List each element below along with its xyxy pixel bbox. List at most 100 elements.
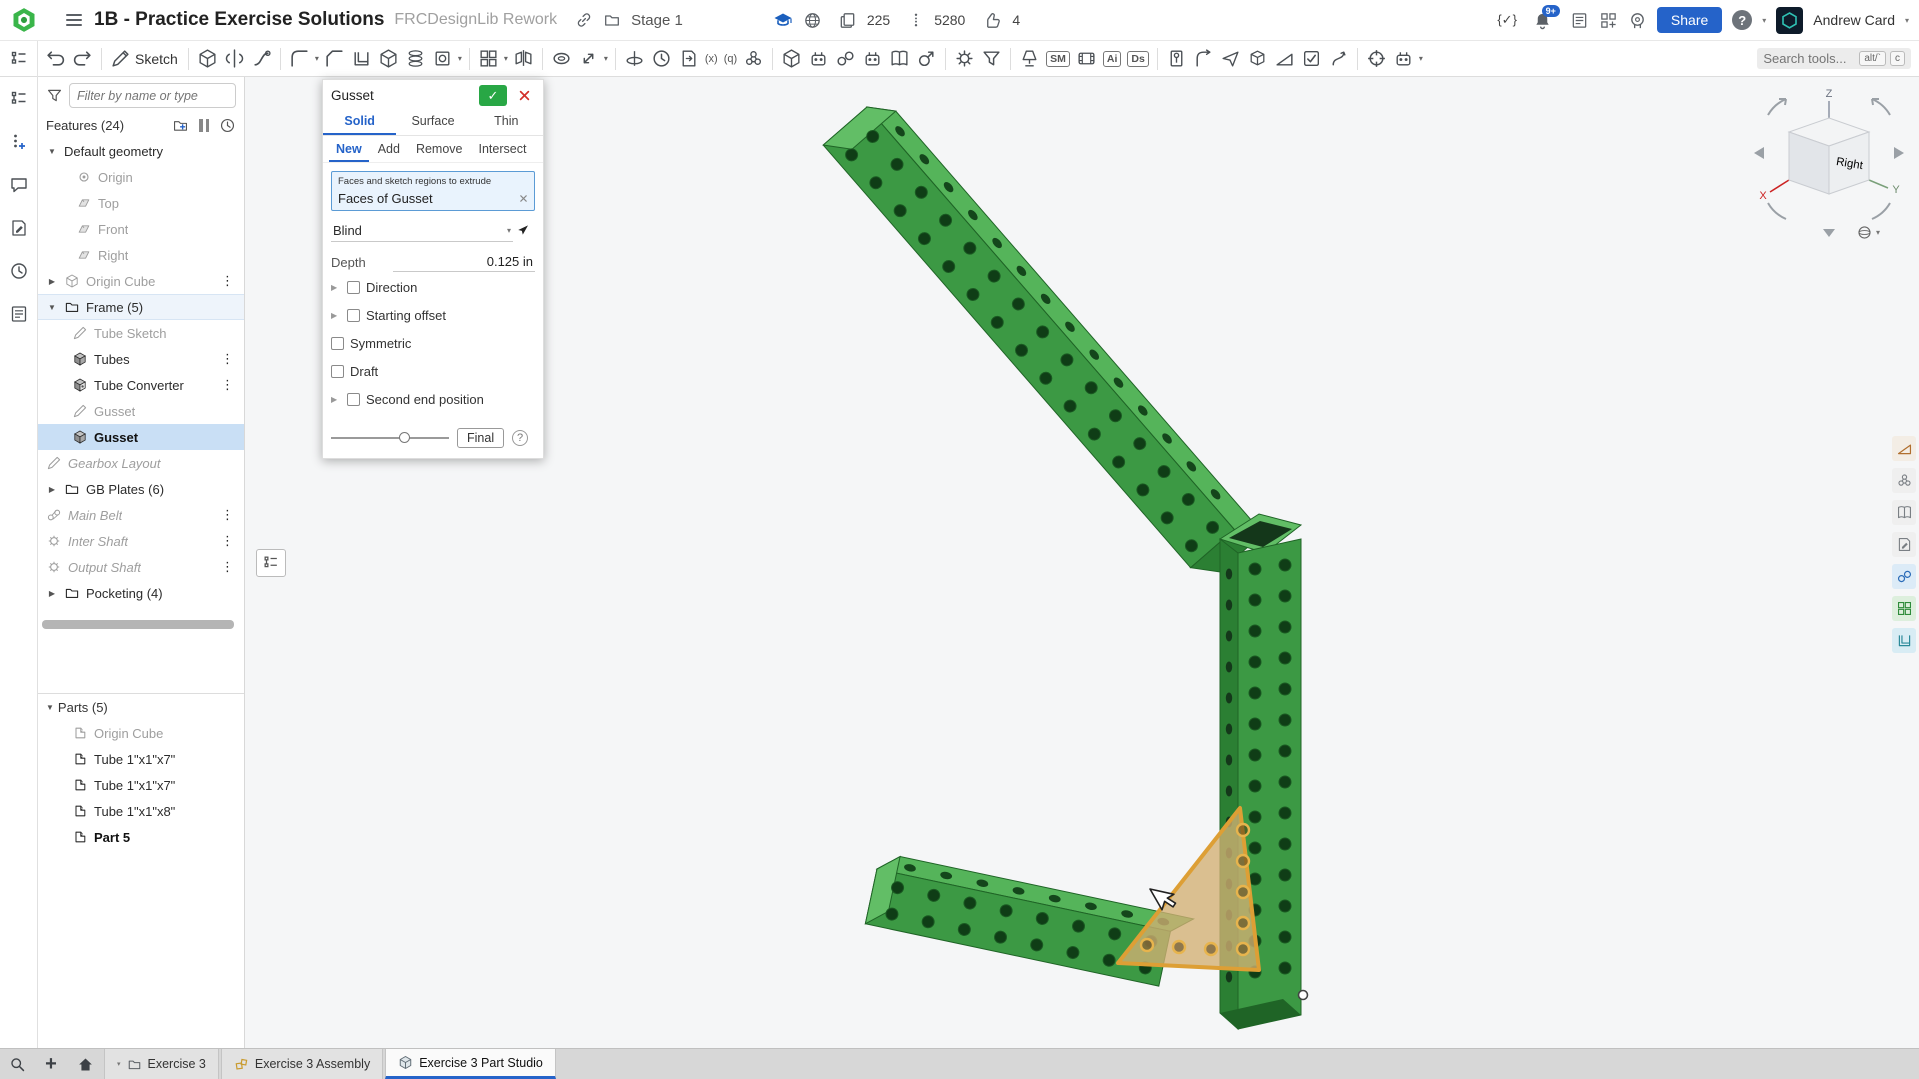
where-used-icon[interactable] xyxy=(908,11,924,29)
sweep-icon[interactable] xyxy=(248,46,275,71)
dock-stock-parts-icon[interactable] xyxy=(1892,468,1916,493)
feature-script-icon[interactable]: {✓} xyxy=(1497,12,1517,28)
notes-icon[interactable] xyxy=(9,218,29,243)
composite-part-icon[interactable] xyxy=(740,46,767,71)
rollback-icon[interactable] xyxy=(219,116,236,133)
perspective-caret-icon[interactable]: ▾ xyxy=(1876,228,1880,237)
bend-icon[interactable] xyxy=(1190,46,1217,71)
part-tube-1x1x7-b[interactable]: Tube 1"x1"x7" xyxy=(38,772,244,798)
selection-box[interactable]: Faces and sketch regions to extrude Face… xyxy=(331,171,535,211)
fasten-icon[interactable] xyxy=(1163,46,1190,71)
search-tools[interactable]: alt/` c xyxy=(1757,48,1911,69)
robot-config-icon[interactable] xyxy=(1390,46,1417,71)
feature-folder-gb-plates[interactable]: ▶ GB Plates (6) xyxy=(38,476,244,502)
draft-checkbox[interactable] xyxy=(331,364,344,378)
helix-icon[interactable] xyxy=(402,46,429,71)
modify-fillet-icon[interactable] xyxy=(648,46,675,71)
feature-gusset-extrude[interactable]: Gusset xyxy=(38,424,244,450)
part-tube-1x1x7-a[interactable]: Tube 1"x1"x7" xyxy=(38,746,244,772)
dropdown-caret-icon[interactable]: ▾ xyxy=(602,54,610,63)
feature-plane-front[interactable]: Front xyxy=(38,216,244,242)
hole-icon[interactable] xyxy=(429,46,456,71)
education-badge-icon[interactable] xyxy=(773,10,793,30)
tree-caret-icon[interactable]: ▶ xyxy=(46,589,58,598)
onshape-logo-icon[interactable] xyxy=(10,6,38,34)
avatar[interactable] xyxy=(1776,6,1804,34)
dock-library-icon[interactable] xyxy=(1892,500,1916,525)
feature-tube-converter[interactable]: Tube Converter ⋮ xyxy=(38,372,244,398)
feature-plane-right[interactable]: Right xyxy=(38,242,244,268)
feature-output-shaft[interactable]: Output Shaft ⋮ xyxy=(38,554,244,580)
parts-caret-icon[interactable]: ▼ xyxy=(46,703,54,712)
dock-panel-icon[interactable] xyxy=(1892,628,1916,653)
apps-icon[interactable] xyxy=(1599,11,1618,30)
starting-offset-expand-icon[interactable]: ▶ xyxy=(331,311,341,320)
shell-icon[interactable] xyxy=(348,46,375,71)
dialog-subtab-remove[interactable]: Remove xyxy=(409,139,470,162)
dock-workbench-icon[interactable] xyxy=(1892,596,1916,621)
part-tube-1x1x8[interactable]: Tube 1"x1"x8" xyxy=(38,798,244,824)
transform-icon[interactable] xyxy=(575,46,602,71)
dock-ramp-icon[interactable] xyxy=(1892,436,1916,461)
tab-exercise-3[interactable]: ▾ Exercise 3 xyxy=(104,1049,219,1079)
copies-icon[interactable] xyxy=(838,11,857,30)
home-icon[interactable] xyxy=(68,1049,102,1079)
insert-item-icon[interactable] xyxy=(9,132,29,157)
tree-caret-icon[interactable]: ▼ xyxy=(46,147,58,156)
convert-icon[interactable] xyxy=(1244,46,1271,71)
feature-default-geometry[interactable]: ▼ Default geometry xyxy=(38,138,244,164)
symmetric-checkbox[interactable] xyxy=(331,336,344,350)
dialog-tab-surface[interactable]: Surface xyxy=(396,110,469,135)
public-globe-icon[interactable] xyxy=(803,11,822,30)
wedge-icon[interactable] xyxy=(1271,46,1298,71)
final-button[interactable]: Final xyxy=(457,428,505,448)
feature-tubes[interactable]: Tubes ⋮ xyxy=(38,346,244,372)
dropdown-caret-icon[interactable]: ▾ xyxy=(313,54,321,63)
perspective-toggle[interactable]: ▾ xyxy=(1856,224,1880,241)
origin-point[interactable] xyxy=(1297,989,1309,1001)
tree-caret-icon[interactable]: ▶ xyxy=(46,277,58,286)
new-tab-button[interactable]: + xyxy=(34,1049,68,1079)
dialog-subtab-new[interactable]: New xyxy=(329,139,369,162)
tree-scrollbar[interactable] xyxy=(42,620,234,629)
feature-folder-pocketing[interactable]: ▶ Pocketing (4) xyxy=(38,580,244,606)
feature-folder-frame[interactable]: ▼ Frame (5) xyxy=(38,294,244,320)
feature-list-toggle[interactable] xyxy=(256,549,286,577)
feature-tube-sketch[interactable]: Tube Sketch xyxy=(38,320,244,346)
search-tabs-icon[interactable] xyxy=(0,1049,34,1079)
second-end-position-checkbox[interactable] xyxy=(347,392,360,406)
filter-tools-icon[interactable] xyxy=(978,46,1005,71)
dropdown-caret-icon[interactable]: ▾ xyxy=(1417,54,1425,63)
undo-icon[interactable] xyxy=(42,46,69,71)
feature-origin-cube[interactable]: ▶ Origin Cube ⋮ xyxy=(38,268,244,294)
suppress-pause-icon[interactable] xyxy=(199,118,209,132)
feature-main-belt[interactable]: Main Belt ⋮ xyxy=(38,502,244,528)
mirror-icon[interactable] xyxy=(510,46,537,71)
notifications-bell-icon[interactable]: 9+ xyxy=(1533,4,1560,30)
tree-caret-icon[interactable]: ▶ xyxy=(46,485,58,494)
feature-gearbox-layout[interactable]: Gearbox Layout xyxy=(38,450,244,476)
dialog-subtab-add[interactable]: Add xyxy=(371,139,407,162)
sketch-check-icon[interactable] xyxy=(1298,46,1325,71)
starting-offset-checkbox[interactable] xyxy=(347,308,360,322)
import-icon[interactable] xyxy=(675,46,702,71)
help-caret-icon[interactable]: ▾ xyxy=(1762,16,1766,25)
cancel-button[interactable] xyxy=(513,85,535,106)
boolean-icon[interactable] xyxy=(548,46,575,71)
lookup-table-icon[interactable]: (q) xyxy=(721,51,740,67)
share-button[interactable]: Share xyxy=(1656,7,1723,33)
feature-inter-shaft[interactable]: Inter Shaft ⋮ xyxy=(38,528,244,554)
draft-icon[interactable] xyxy=(375,46,402,71)
likes-icon[interactable] xyxy=(983,11,1002,30)
view-cube[interactable]: Z X Y Right xyxy=(1748,85,1910,250)
slider-handle[interactable] xyxy=(399,432,411,443)
frame-feature-icon[interactable] xyxy=(778,46,805,71)
history-icon[interactable] xyxy=(9,261,29,286)
tree-caret-icon[interactable]: ▼ xyxy=(46,303,58,312)
filter-input[interactable] xyxy=(69,83,236,108)
tab-exercise-3-assembly[interactable]: Exercise 3 Assembly xyxy=(220,1049,384,1079)
dialog-subtab-intersect[interactable]: Intersect xyxy=(472,139,534,162)
dialog-tab-thin[interactable]: Thin xyxy=(470,110,543,135)
model-gusset-highlight[interactable] xyxy=(1116,806,1261,972)
dialog-help-icon[interactable]: ? xyxy=(512,430,529,446)
